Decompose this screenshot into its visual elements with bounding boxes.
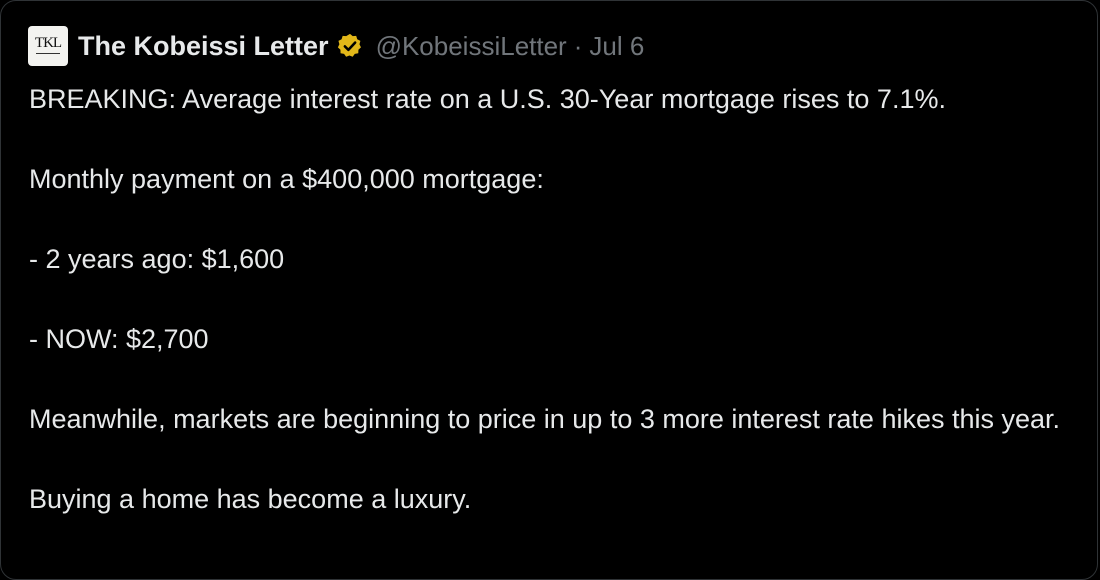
author-display-name[interactable]: The Kobeissi Letter: [78, 31, 329, 62]
tweet-line-two-years-ago: - 2 years ago: $1,600: [29, 244, 285, 274]
tweet-line-breaking: BREAKING: Average interest rate on a U.S…: [29, 84, 946, 114]
gold-verified-badge-icon: [337, 33, 361, 57]
tweet-line-monthly-payment: Monthly payment on a $400,000 mortgage:: [29, 164, 544, 194]
tweet-line-luxury: Buying a home has become a luxury.: [29, 484, 472, 514]
avatar[interactable]: TKL: [28, 26, 68, 66]
tweet-line-now: - NOW: $2,700: [29, 324, 209, 354]
tweet-card[interactable]: TKL The Kobeissi Letter @KobeissiLetter …: [0, 0, 1098, 580]
tweet-line-meanwhile: Meanwhile, markets are beginning to pric…: [29, 404, 1061, 434]
header-separator: ·: [573, 30, 583, 61]
tweet-header: TKL The Kobeissi Letter @KobeissiLetter …: [28, 24, 644, 68]
avatar-logo-underline: [36, 53, 60, 54]
tweet-date[interactable]: Jul 6: [589, 31, 644, 62]
tweet-body: BREAKING: Average interest rate on a U.S…: [29, 79, 1089, 519]
avatar-logo-text: TKL: [34, 35, 62, 51]
author-handle[interactable]: @KobeissiLetter: [376, 31, 567, 62]
